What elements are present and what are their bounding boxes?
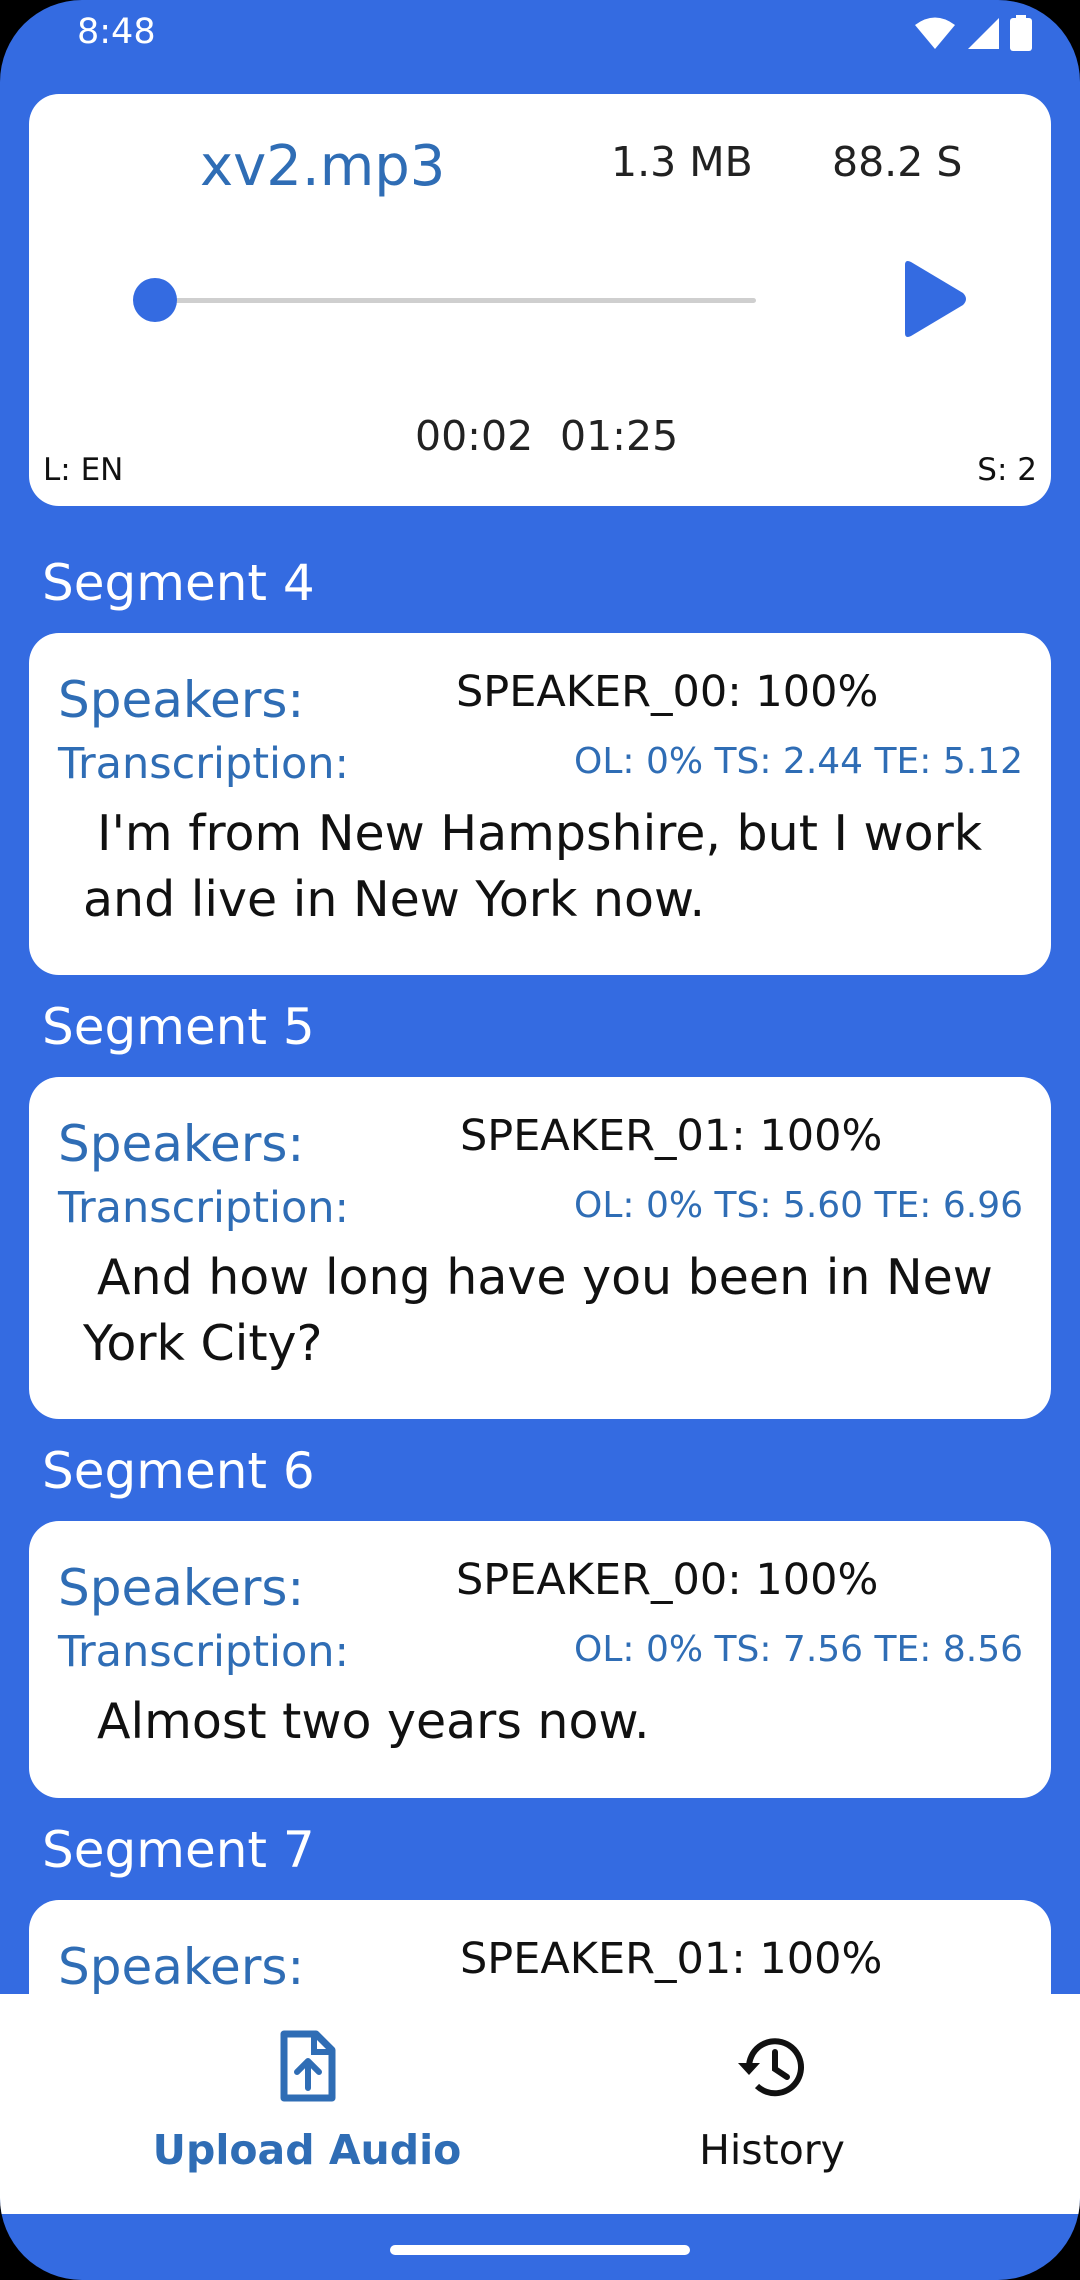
segment-card: Speakers: SPEAKER_01: 100% Transcription… — [29, 1077, 1051, 1419]
transcription-text: I'm from New Hampshire, but I work and l… — [83, 805, 983, 928]
speaker-value: SPEAKER_01: 100% — [460, 1934, 883, 1984]
speakers-label: Speakers: — [58, 1115, 305, 1173]
play-icon[interactable] — [897, 259, 969, 339]
home-indicator[interactable] — [390, 2245, 690, 2255]
speaker-count: S: 2 — [977, 452, 1037, 488]
app-screen: 8:48 xv2.mp3 1.3 MB 88.2 S 00:02 01:25 L… — [0, 0, 1080, 2280]
transcription-text: And how long have you been in New York C… — [83, 1249, 993, 1372]
total-time: 01:25 — [560, 412, 679, 460]
transcription-label: Transcription: — [58, 1627, 350, 1677]
segment-meta: OL: 0% TS: 7.56 TE: 8.56 — [574, 1629, 1023, 1670]
segment-meta: OL: 0% TS: 5.60 TE: 6.96 — [574, 1185, 1023, 1226]
segment-card: Speakers: SPEAKER_00: 100% Transcription… — [29, 633, 1051, 975]
speaker-value: SPEAKER_00: 100% — [456, 667, 879, 717]
segment-meta: OL: 0% TS: 2.44 TE: 5.12 — [574, 741, 1023, 782]
file-size: 1.3 MB — [611, 138, 753, 186]
speakers-label: Speakers: — [58, 1559, 305, 1617]
file-name: xv2.mp3 — [200, 134, 446, 199]
speaker-value: SPEAKER_01: 100% — [460, 1111, 883, 1161]
audio-duration: 88.2 S — [832, 138, 963, 186]
seek-thumb[interactable] — [133, 278, 178, 322]
upload-file-icon — [280, 2030, 336, 2102]
transcription-text: Almost two years now. — [97, 1693, 650, 1750]
audio-player-card: xv2.mp3 1.3 MB 88.2 S 00:02 01:25 L: EN … — [29, 94, 1051, 506]
bottom-navigation: Upload Audio History — [0, 1994, 1080, 2214]
segment-title: Segment 6 — [42, 1442, 315, 1500]
signal-icon — [968, 18, 999, 49]
nav-history[interactable]: History — [502, 1994, 1042, 2214]
speakers-label: Speakers: — [58, 671, 305, 729]
wifi-icon — [915, 17, 955, 49]
segment-title: Segment 5 — [42, 998, 315, 1056]
segment-title: Segment 4 — [42, 554, 315, 612]
transcription-label: Transcription: — [58, 739, 350, 789]
seek-bar[interactable] — [143, 298, 756, 303]
nav-upload-audio[interactable]: Upload Audio — [37, 1994, 577, 2214]
battery-icon — [1010, 15, 1032, 51]
history-icon — [738, 2038, 804, 2097]
speaker-value: SPEAKER_00: 100% — [456, 1555, 879, 1605]
status-time: 8:48 — [77, 12, 156, 52]
segment-title: Segment 7 — [42, 1821, 315, 1879]
nav-upload-label: Upload Audio — [152, 2126, 462, 2174]
current-time: 00:02 — [415, 412, 534, 460]
transcription-label: Transcription: — [58, 1183, 350, 1233]
speakers-label: Speakers: — [58, 1938, 305, 1996]
language-label: L: EN — [43, 452, 124, 488]
segment-card: Speakers: SPEAKER_00: 100% Transcription… — [29, 1521, 1051, 1798]
status-icons — [914, 15, 1032, 51]
nav-history-label: History — [699, 2126, 845, 2174]
